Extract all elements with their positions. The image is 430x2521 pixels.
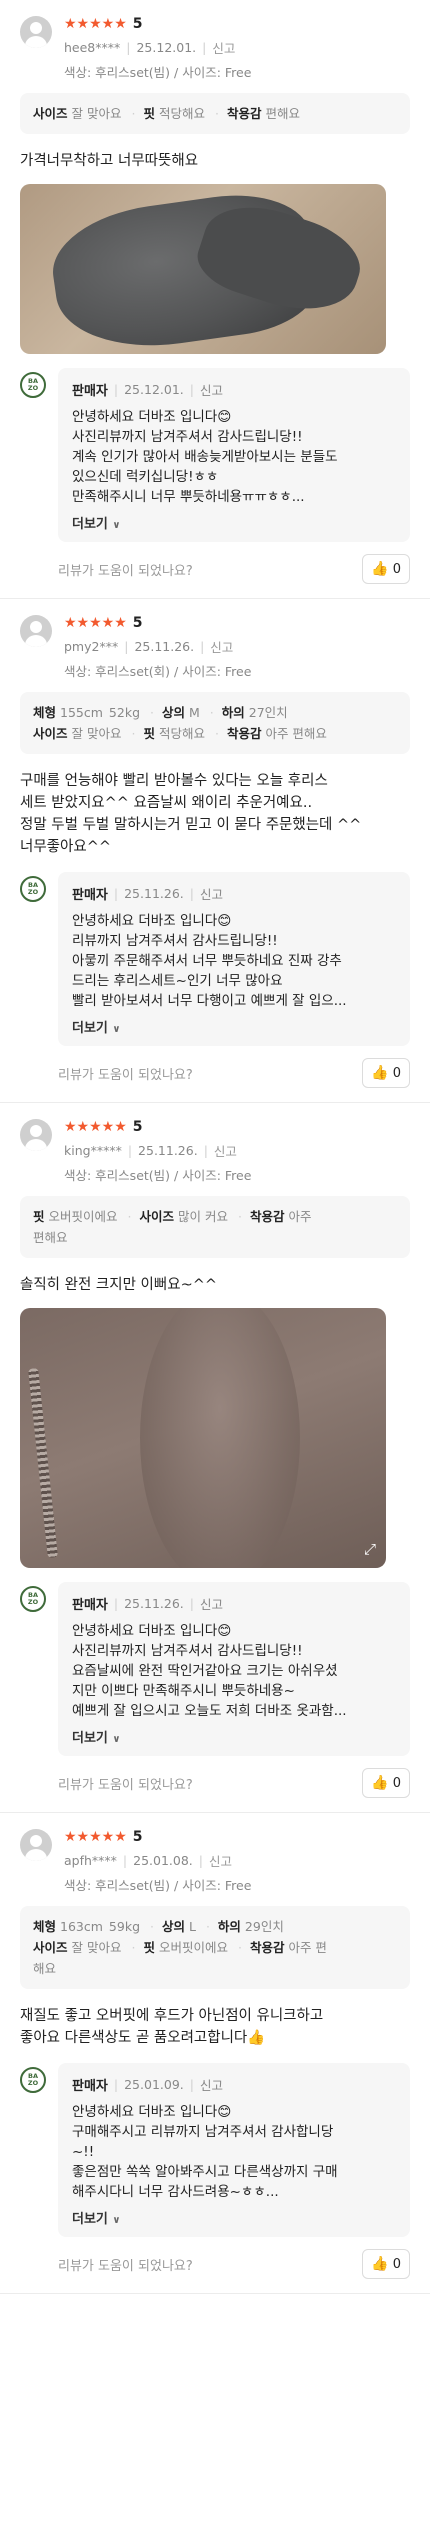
report-button[interactable]: 신고 [209, 1851, 232, 1870]
chevron-down-icon: ∨ [112, 520, 121, 531]
review-meta: pmy2*** | 25.11.26. | 신고 [64, 637, 234, 656]
review-item: ★★★★★ 5 pmy2*** | 25.11.26. | 신고 색상: 후리스… [0, 599, 430, 1103]
review-option: 색상: 후리스set(회) / 사이즈: Free [64, 664, 252, 679]
star-rating-icon: ★★★★★ [64, 1829, 127, 1845]
review-photo[interactable]: ⤢ [20, 1308, 386, 1568]
review-meta: apfh**** | 25.01.08. | 신고 [64, 1851, 233, 1870]
more-button[interactable]: 더보기 ∨ [72, 1727, 396, 1746]
seller-reply-text: 안녕하세요 더바조 입니다😊 사진리뷰까지 남겨주셔서 감사드립니당!! 계속 … [72, 409, 338, 505]
review-item: ★★★★★ 5 king***** | 25.11.26. | 신고 색상: 후… [0, 1103, 430, 1813]
seller-reply: BA ZO 판매자 | 25.12.01. | 신고 안녕하세요 더바조 입니다… [20, 368, 410, 542]
chevron-down-icon: ∨ [112, 1734, 121, 1745]
thumbs-up-icon: 👍 [371, 561, 389, 577]
review-user: hee8**** [64, 40, 121, 55]
review-date: 25.11.26. [138, 1143, 198, 1158]
seller-name: 판매자 [72, 2079, 108, 2094]
user-avatar-icon [20, 615, 52, 647]
review-date: 25.01.08. [133, 1853, 193, 1868]
seller-reply-text: 안녕하세요 더바조 입니다😊 사진리뷰까지 남겨주셔서 감사드립니당!! 요즘날… [72, 1623, 347, 1719]
helpful-question: 리뷰가 도움이 되었나요? [58, 563, 193, 579]
fit-summary: 핏 오버핏이에요 · 사이즈 많이 커요 · 착용감 아주 편해요 [20, 1196, 410, 1258]
seller-date: 25.11.26. [124, 886, 184, 901]
review-header: ★★★★★ 5 king***** | 25.11.26. | 신고 색상: 후… [20, 1117, 410, 1184]
review-user: king***** [64, 1143, 122, 1158]
user-avatar-icon [20, 1829, 52, 1861]
review-score: 5 [132, 1829, 143, 1845]
seller-logo-icon: BA ZO [20, 372, 46, 398]
seller-reply: BA ZO 판매자 | 25.11.26. | 신고 안녕하세요 더바조 입니다… [20, 872, 410, 1046]
seller-logo-icon: BA ZO [20, 876, 46, 902]
seller-reply-text: 안녕하세요 더바조 입니다😊 구매해주시고 리뷰까지 남겨주셔서 감사합니당 ~… [72, 2104, 338, 2200]
helpful-question: 리뷰가 도움이 되었나요? [58, 2258, 193, 2274]
seller-reply: BA ZO 판매자 | 25.11.26. | 신고 안녕하세요 더바조 입니다… [20, 1582, 410, 1756]
report-button[interactable]: 신고 [200, 2075, 223, 2094]
review-option: 색상: 후리스set(빔) / 사이즈: Free [64, 65, 252, 80]
seller-date: 25.01.09. [124, 2077, 184, 2092]
review-header: ★★★★★ 5 hee8**** | 25.12.01. | 신고 색상: 후리… [20, 14, 410, 81]
star-rating-icon: ★★★★★ [64, 615, 127, 631]
review-meta: king***** | 25.11.26. | 신고 [64, 1141, 237, 1160]
report-button[interactable]: 신고 [200, 380, 223, 399]
review-score: 5 [132, 16, 143, 32]
more-button[interactable]: 더보기 ∨ [72, 1017, 396, 1036]
seller-date: 25.12.01. [124, 382, 184, 397]
review-text: 가격너무착하고 너무따뜻해요 [20, 153, 199, 169]
report-button[interactable]: 신고 [200, 1594, 223, 1613]
thumbs-up-icon: 👍 [371, 1065, 389, 1081]
expand-icon[interactable]: ⤢ [364, 1540, 376, 1558]
more-button[interactable]: 더보기 ∨ [72, 513, 396, 532]
seller-reply-text: 안녕하세요 더바조 입니다😊 리뷰까지 남겨주셔서 감사드립니당!! 아뭏끼 주… [72, 913, 347, 1009]
thumbs-up-icon: 👍 [371, 1775, 389, 1791]
review-date: 25.12.01. [136, 40, 197, 55]
star-rating-icon: ★★★★★ [64, 1119, 127, 1135]
review-item: ★★★★★ 5 hee8**** | 25.12.01. | 신고 색상: 후리… [0, 0, 430, 599]
star-rating-icon: ★★★★★ [64, 16, 127, 32]
report-button[interactable]: 신고 [210, 637, 233, 656]
review-list: ★★★★★ 5 hee8**** | 25.12.01. | 신고 색상: 후리… [0, 0, 430, 2294]
chevron-down-icon: ∨ [112, 2215, 121, 2226]
review-user: apfh**** [64, 1853, 117, 1868]
review-text: 재질도 좋고 오버핏에 후드가 아닌점이 유니크하고 좋아요 다른색상도 곧 품… [20, 2008, 324, 2046]
seller-logo-icon: BA ZO [20, 1586, 46, 1612]
fit-summary: 체형 163cm 59kg · 상의 L · 하의 29인치 사이즈 잘 맞아요 · 핏… [20, 1906, 410, 1989]
review-text: 솔직히 완전 크지만 이뻐요~^^ [20, 1277, 218, 1293]
fit-summary: 체형 155cm 52kg · 상의 M · 하의 27인치 사이즈 잘 맞아요 · 핏… [20, 692, 410, 754]
report-button[interactable]: 신고 [200, 884, 223, 903]
like-button[interactable]: 👍 0 [362, 1768, 410, 1798]
chevron-down-icon: ∨ [112, 1024, 121, 1035]
review-score: 5 [132, 615, 143, 631]
fit-summary: 사이즈 잘 맞아요 · 핏 적당해요 · 착용감 편해요 [20, 93, 410, 134]
user-avatar-icon [20, 1119, 52, 1151]
review-text: 구매를 언능해야 빨리 받아볼수 있다는 오늘 후리스 세트 받았지요^^ 요즘… [20, 773, 362, 855]
review-header: ★★★★★ 5 apfh**** | 25.01.08. | 신고 색상: 후리… [20, 1827, 410, 1894]
like-button[interactable]: 👍 0 [362, 554, 410, 584]
seller-logo-icon: BA ZO [20, 2067, 46, 2093]
report-button[interactable]: 신고 [214, 1141, 237, 1160]
report-button[interactable]: 신고 [212, 38, 235, 57]
seller-reply: BA ZO 판매자 | 25.01.09. | 신고 안녕하세요 더바조 입니다… [20, 2063, 410, 2237]
seller-name: 판매자 [72, 1598, 108, 1613]
seller-name: 판매자 [72, 888, 108, 903]
helpful-question: 리뷰가 도움이 되었나요? [58, 1067, 193, 1083]
review-meta: hee8**** | 25.12.01. | 신고 [64, 38, 236, 57]
seller-name: 판매자 [72, 384, 108, 399]
review-date: 25.11.26. [134, 639, 195, 654]
review-item: ★★★★★ 5 apfh**** | 25.01.08. | 신고 색상: 후리… [0, 1813, 430, 2294]
review-score: 5 [132, 1119, 143, 1135]
like-button[interactable]: 👍 0 [362, 1058, 410, 1088]
review-option: 색상: 후리스set(빔) / 사이즈: Free [64, 1168, 252, 1183]
like-button[interactable]: 👍 0 [362, 2249, 410, 2279]
review-photo[interactable] [20, 184, 386, 354]
seller-date: 25.11.26. [124, 1596, 184, 1611]
review-header: ★★★★★ 5 pmy2*** | 25.11.26. | 신고 색상: 후리스… [20, 613, 410, 680]
review-user: pmy2*** [64, 639, 119, 654]
review-option: 색상: 후리스set(빔) / 사이즈: Free [64, 1878, 252, 1893]
helpful-question: 리뷰가 도움이 되었나요? [58, 1777, 193, 1793]
more-button[interactable]: 더보기 ∨ [72, 2208, 396, 2227]
user-avatar-icon [20, 16, 52, 48]
thumbs-up-icon: 👍 [371, 2256, 389, 2272]
